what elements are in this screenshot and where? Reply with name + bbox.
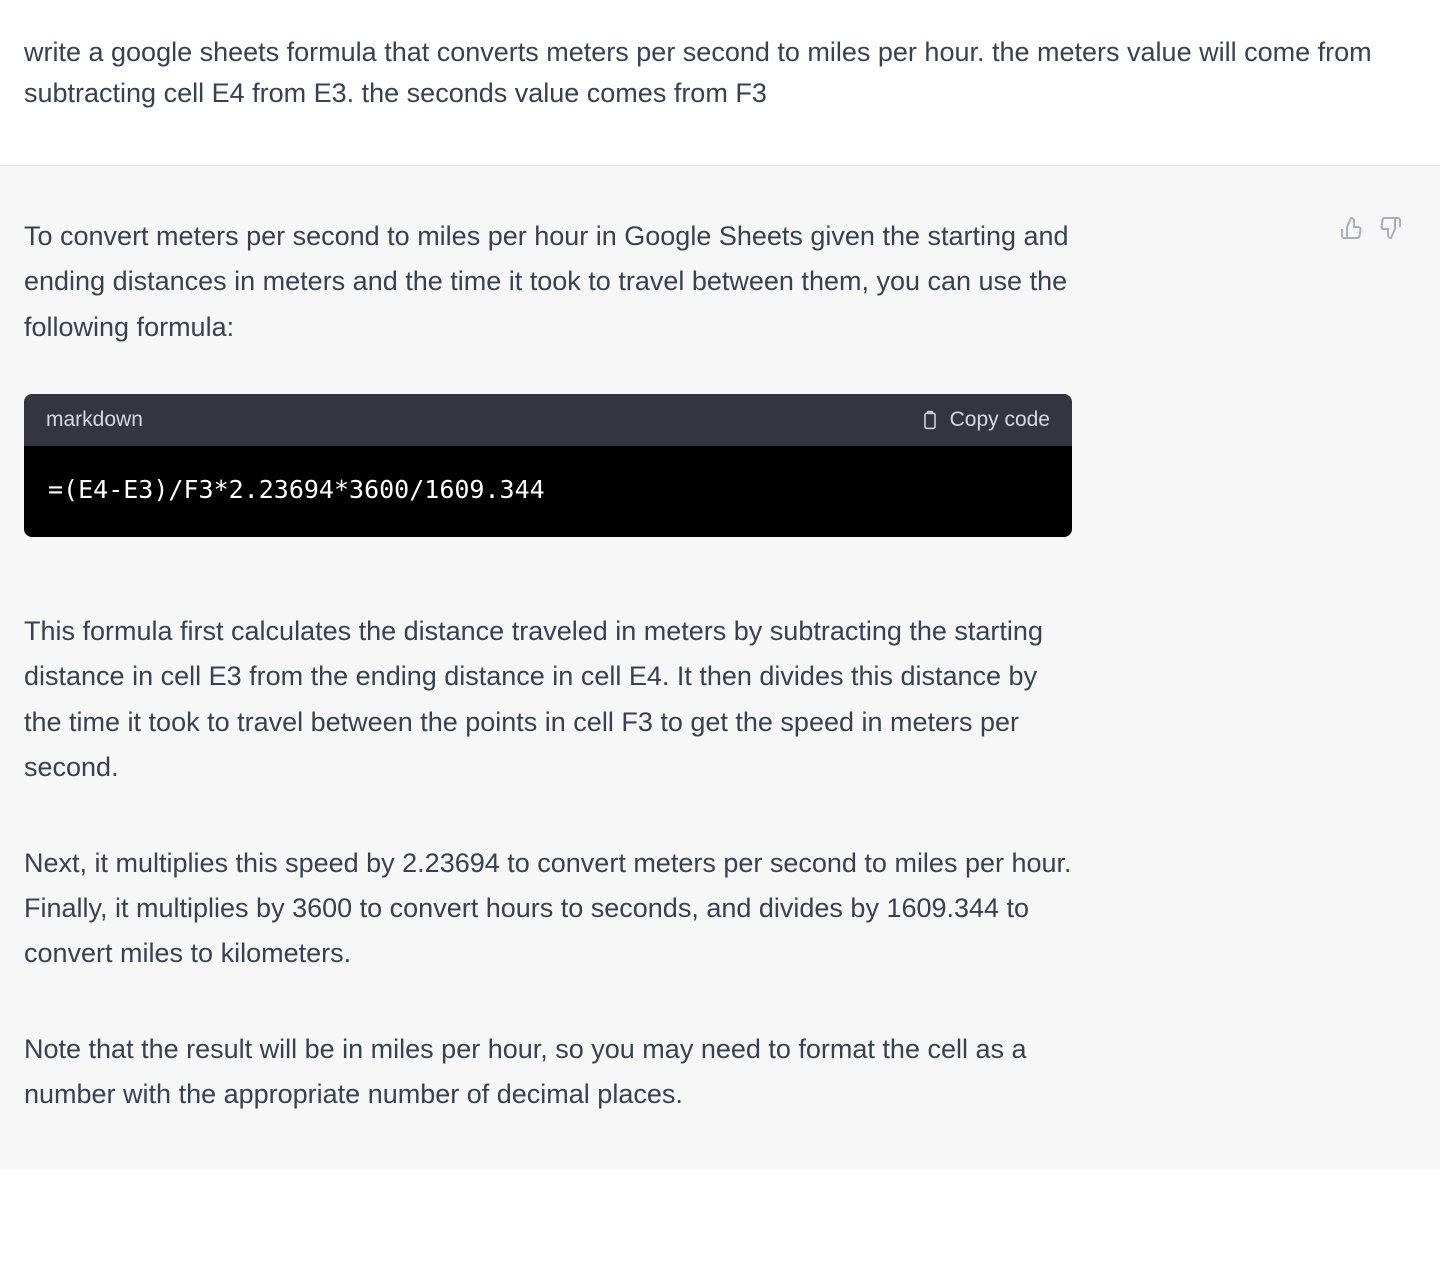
copy-code-label: Copy code: [950, 408, 1050, 432]
assistant-message: To convert meters per second to miles pe…: [0, 165, 1440, 1169]
code-header: markdown Copy code: [24, 394, 1072, 446]
assistant-body-paragraph-2: Next, it multiplies this speed by 2.2369…: [24, 841, 1072, 977]
code-block: markdown Copy code =(E4-E3)/F3*2.23694*3…: [24, 394, 1072, 537]
thumbs-up-icon[interactable]: [1340, 216, 1364, 240]
clipboard-icon: [920, 409, 940, 431]
copy-code-button[interactable]: Copy code: [920, 408, 1050, 432]
assistant-content: To convert meters per second to miles pe…: [24, 214, 1072, 1117]
thumbs-down-icon[interactable]: [1378, 216, 1402, 240]
assistant-body-paragraph-1: This formula first calculates the distan…: [24, 609, 1072, 790]
code-language-label: markdown: [46, 408, 143, 432]
code-content[interactable]: =(E4-E3)/F3*2.23694*3600/1609.344: [24, 446, 1072, 537]
feedback-actions: [1340, 216, 1402, 240]
assistant-intro-paragraph: To convert meters per second to miles pe…: [24, 214, 1072, 350]
user-prompt-text: write a google sheets formula that conve…: [24, 32, 1416, 113]
user-message: write a google sheets formula that conve…: [0, 0, 1440, 165]
assistant-body-paragraph-3: Note that the result will be in miles pe…: [24, 1027, 1072, 1118]
